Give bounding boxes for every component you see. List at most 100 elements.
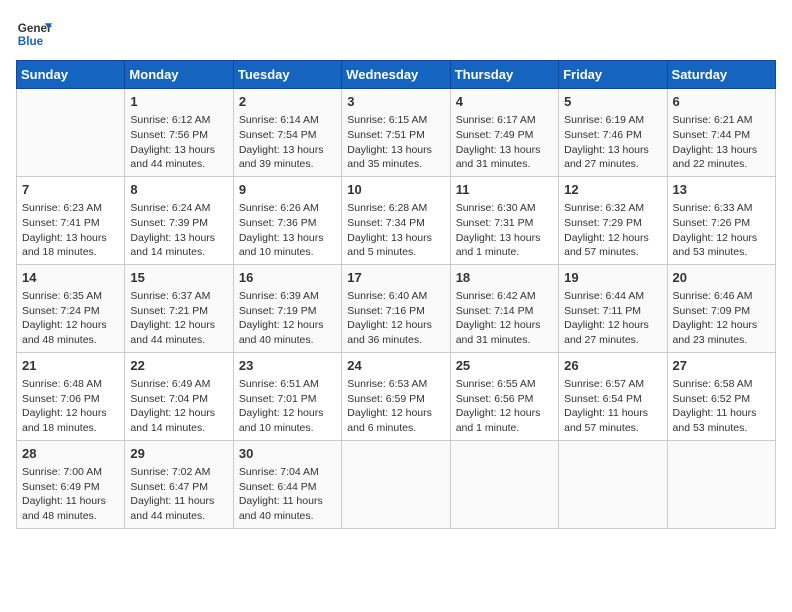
calendar-cell: 30 Sunrise: 7:04 AM Sunset: 6:44 PM Dayli… [233, 440, 341, 528]
calendar-cell: 24 Sunrise: 6:53 AM Sunset: 6:59 PM Dayli… [342, 352, 450, 440]
calendar-cell [559, 440, 667, 528]
logo: General Blue [16, 16, 52, 52]
calendar-week-1: 1 Sunrise: 6:12 AM Sunset: 7:56 PM Daylig… [17, 89, 776, 177]
day-number: 18 [456, 269, 553, 287]
day-info: Sunrise: 6:42 AM Sunset: 7:14 PM Dayligh… [456, 289, 553, 348]
calendar-cell: 28 Sunrise: 7:00 AM Sunset: 6:49 PM Dayli… [17, 440, 125, 528]
calendar-cell: 26 Sunrise: 6:57 AM Sunset: 6:54 PM Dayli… [559, 352, 667, 440]
svg-text:Blue: Blue [18, 35, 44, 48]
calendar-cell: 21Sunrise: 6:48 AM Sunset: 7:06 PM Dayli… [17, 352, 125, 440]
calendar-cell: 9Sunrise: 6:26 AM Sunset: 7:36 PM Daylig… [233, 176, 341, 264]
day-info: Sunrise: 6:33 AM Sunset: 7:26 PM Dayligh… [673, 201, 770, 260]
day-number: 28 [22, 445, 119, 463]
calendar-week-3: 14 Sunrise: 6:35 AM Sunset: 7:24 PM Dayli… [17, 264, 776, 352]
day-number: 15 [130, 269, 227, 287]
logo-icon: General Blue [16, 16, 52, 52]
calendar-cell [667, 440, 775, 528]
calendar-header: SundayMondayTuesdayWednesdayThursdayFrid… [17, 61, 776, 89]
calendar-cell: 27 Sunrise: 6:58 AM Sunset: 6:52 PM Dayli… [667, 352, 775, 440]
day-info: Sunrise: 6:15 AM Sunset: 7:51 PM Dayligh… [347, 113, 444, 172]
calendar-cell: 12Sunrise: 6:32 AM Sunset: 7:29 PM Dayli… [559, 176, 667, 264]
calendar-cell: 18 Sunrise: 6:42 AM Sunset: 7:14 PM Dayli… [450, 264, 558, 352]
calendar-cell: 11 Sunrise: 6:30 AM Sunset: 7:31 PM Dayli… [450, 176, 558, 264]
calendar-cell: 6 Sunrise: 6:21 AM Sunset: 7:44 PM Daylig… [667, 89, 775, 177]
calendar-cell: 1 Sunrise: 6:12 AM Sunset: 7:56 PM Daylig… [125, 89, 233, 177]
day-number: 14 [22, 269, 119, 287]
day-info: Sunrise: 6:58 AM Sunset: 6:52 PM Dayligh… [673, 377, 770, 436]
calendar-week-5: 28 Sunrise: 7:00 AM Sunset: 6:49 PM Dayli… [17, 440, 776, 528]
day-info: Sunrise: 7:00 AM Sunset: 6:49 PM Dayligh… [22, 465, 119, 524]
day-info: Sunrise: 6:19 AM Sunset: 7:46 PM Dayligh… [564, 113, 661, 172]
day-info: Sunrise: 6:49 AM Sunset: 7:04 PM Dayligh… [130, 377, 227, 436]
calendar-cell: 7Sunrise: 6:23 AM Sunset: 7:41 PM Daylig… [17, 176, 125, 264]
calendar-cell [342, 440, 450, 528]
calendar-cell [450, 440, 558, 528]
calendar-cell: 4 Sunrise: 6:17 AM Sunset: 7:49 PM Daylig… [450, 89, 558, 177]
day-info: Sunrise: 6:51 AM Sunset: 7:01 PM Dayligh… [239, 377, 336, 436]
calendar-table: SundayMondayTuesdayWednesdayThursdayFrid… [16, 60, 776, 529]
day-number: 29 [130, 445, 227, 463]
day-info: Sunrise: 6:44 AM Sunset: 7:11 PM Dayligh… [564, 289, 661, 348]
calendar-cell: 5Sunrise: 6:19 AM Sunset: 7:46 PM Daylig… [559, 89, 667, 177]
day-info: Sunrise: 6:40 AM Sunset: 7:16 PM Dayligh… [347, 289, 444, 348]
calendar-cell: 13 Sunrise: 6:33 AM Sunset: 7:26 PM Dayli… [667, 176, 775, 264]
day-info: Sunrise: 6:26 AM Sunset: 7:36 PM Dayligh… [239, 201, 336, 260]
calendar-cell: 3Sunrise: 6:15 AM Sunset: 7:51 PM Daylig… [342, 89, 450, 177]
calendar-week-4: 21Sunrise: 6:48 AM Sunset: 7:06 PM Dayli… [17, 352, 776, 440]
calendar-cell: 8 Sunrise: 6:24 AM Sunset: 7:39 PM Daylig… [125, 176, 233, 264]
day-number: 24 [347, 357, 444, 375]
day-number: 20 [673, 269, 770, 287]
calendar-cell: 29 Sunrise: 7:02 AM Sunset: 6:47 PM Dayli… [125, 440, 233, 528]
day-number: 8 [130, 181, 227, 199]
weekday-header-saturday: Saturday [667, 61, 775, 89]
day-number: 16 [239, 269, 336, 287]
day-info: Sunrise: 6:39 AM Sunset: 7:19 PM Dayligh… [239, 289, 336, 348]
day-info: Sunrise: 6:21 AM Sunset: 7:44 PM Dayligh… [673, 113, 770, 172]
calendar-cell: 23 Sunrise: 6:51 AM Sunset: 7:01 PM Dayli… [233, 352, 341, 440]
calendar-cell [17, 89, 125, 177]
calendar-cell: 19 Sunrise: 6:44 AM Sunset: 7:11 PM Dayli… [559, 264, 667, 352]
weekday-header-wednesday: Wednesday [342, 61, 450, 89]
day-number: 2 [239, 93, 336, 111]
weekday-header-tuesday: Tuesday [233, 61, 341, 89]
day-number: 10 [347, 181, 444, 199]
day-number: 25 [456, 357, 553, 375]
day-number: 27 [673, 357, 770, 375]
day-number: 23 [239, 357, 336, 375]
day-info: Sunrise: 7:02 AM Sunset: 6:47 PM Dayligh… [130, 465, 227, 524]
day-info: Sunrise: 6:55 AM Sunset: 6:56 PM Dayligh… [456, 377, 553, 436]
calendar-cell: 20 Sunrise: 6:46 AM Sunset: 7:09 PM Dayli… [667, 264, 775, 352]
weekday-header-monday: Monday [125, 61, 233, 89]
weekday-header-thursday: Thursday [450, 61, 558, 89]
day-info: Sunrise: 6:14 AM Sunset: 7:54 PM Dayligh… [239, 113, 336, 172]
day-number: 19 [564, 269, 661, 287]
day-info: Sunrise: 6:46 AM Sunset: 7:09 PM Dayligh… [673, 289, 770, 348]
calendar-cell: 25 Sunrise: 6:55 AM Sunset: 6:56 PM Dayli… [450, 352, 558, 440]
day-info: Sunrise: 6:37 AM Sunset: 7:21 PM Dayligh… [130, 289, 227, 348]
day-info: Sunrise: 6:17 AM Sunset: 7:49 PM Dayligh… [456, 113, 553, 172]
day-info: Sunrise: 6:57 AM Sunset: 6:54 PM Dayligh… [564, 377, 661, 436]
day-number: 12 [564, 181, 661, 199]
day-info: Sunrise: 7:04 AM Sunset: 6:44 PM Dayligh… [239, 465, 336, 524]
calendar-cell: 10 Sunrise: 6:28 AM Sunset: 7:34 PM Dayli… [342, 176, 450, 264]
day-number: 1 [130, 93, 227, 111]
day-info: Sunrise: 6:30 AM Sunset: 7:31 PM Dayligh… [456, 201, 553, 260]
day-number: 4 [456, 93, 553, 111]
day-info: Sunrise: 6:12 AM Sunset: 7:56 PM Dayligh… [130, 113, 227, 172]
calendar-cell: 2 Sunrise: 6:14 AM Sunset: 7:54 PM Daylig… [233, 89, 341, 177]
day-number: 17 [347, 269, 444, 287]
weekday-header-friday: Friday [559, 61, 667, 89]
day-number: 21 [22, 357, 119, 375]
day-number: 11 [456, 181, 553, 199]
day-number: 13 [673, 181, 770, 199]
day-info: Sunrise: 6:35 AM Sunset: 7:24 PM Dayligh… [22, 289, 119, 348]
day-info: Sunrise: 6:24 AM Sunset: 7:39 PM Dayligh… [130, 201, 227, 260]
calendar-cell: 22 Sunrise: 6:49 AM Sunset: 7:04 PM Dayli… [125, 352, 233, 440]
weekday-header-sunday: Sunday [17, 61, 125, 89]
day-info: Sunrise: 6:53 AM Sunset: 6:59 PM Dayligh… [347, 377, 444, 436]
day-number: 22 [130, 357, 227, 375]
day-number: 6 [673, 93, 770, 111]
day-info: Sunrise: 6:28 AM Sunset: 7:34 PM Dayligh… [347, 201, 444, 260]
day-number: 30 [239, 445, 336, 463]
day-number: 26 [564, 357, 661, 375]
